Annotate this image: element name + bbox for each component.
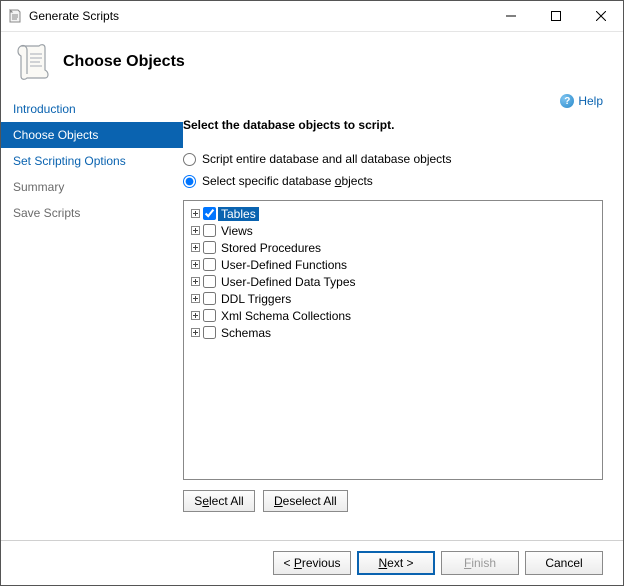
tree-item-stored-procedures[interactable]: Stored Procedures [186, 239, 600, 256]
tree-label: Views [218, 224, 256, 238]
app-icon [7, 8, 23, 24]
checkbox-xml-schema-collections[interactable] [203, 309, 216, 322]
checkbox-ddl-triggers[interactable] [203, 292, 216, 305]
content-heading: Select the database objects to script. [183, 118, 603, 132]
tree-label: User-Defined Data Types [218, 275, 359, 289]
tree-label: User-Defined Functions [218, 258, 350, 272]
checkbox-user-defined-functions[interactable] [203, 258, 216, 271]
window-title: Generate Scripts [29, 9, 119, 23]
select-all-button[interactable]: Select All [183, 490, 255, 512]
nav-introduction[interactable]: Introduction [1, 96, 183, 122]
deselect-all-button[interactable]: Deselect All [263, 490, 348, 512]
checkbox-stored-procedures[interactable] [203, 241, 216, 254]
object-tree[interactable]: Tables Views Stored Procedures User-Defi… [183, 200, 603, 480]
expand-icon[interactable] [190, 225, 201, 236]
nav-choose-objects[interactable]: Choose Objects [1, 122, 183, 148]
help-link[interactable]: ? Help [560, 94, 603, 108]
checkbox-user-defined-data-types[interactable] [203, 275, 216, 288]
page-title: Choose Objects [63, 53, 185, 71]
tree-label: Tables [218, 207, 259, 221]
script-icon [15, 42, 51, 82]
tree-item-ddl-triggers[interactable]: DDL Triggers [186, 290, 600, 307]
radio-entire-database-input[interactable] [183, 153, 196, 166]
tree-item-user-defined-functions[interactable]: User-Defined Functions [186, 256, 600, 273]
generate-scripts-dialog: Generate Scripts Choose Objects Introduc… [0, 0, 624, 586]
minimize-button[interactable] [488, 2, 533, 31]
tree-label: DDL Triggers [218, 292, 294, 306]
nav-set-scripting-options[interactable]: Set Scripting Options [1, 148, 183, 174]
expand-icon[interactable] [190, 242, 201, 253]
checkbox-schemas[interactable] [203, 326, 216, 339]
expand-icon[interactable] [190, 310, 201, 321]
tree-item-user-defined-data-types[interactable]: User-Defined Data Types [186, 273, 600, 290]
nav-save-scripts[interactable]: Save Scripts [1, 200, 183, 226]
content-area: ? Help Select the database objects to sc… [183, 92, 623, 540]
tree-label: Xml Schema Collections [218, 309, 354, 323]
tree-item-views[interactable]: Views [186, 222, 600, 239]
tree-item-schemas[interactable]: Schemas [186, 324, 600, 341]
radio-specific-objects-input[interactable] [183, 175, 196, 188]
expand-icon[interactable] [190, 259, 201, 270]
expand-icon[interactable] [190, 293, 201, 304]
checkbox-tables[interactable] [203, 207, 216, 220]
next-button[interactable]: Next > [357, 551, 435, 575]
finish-button: Finish [441, 551, 519, 575]
expand-icon[interactable] [190, 327, 201, 338]
title-bar: Generate Scripts [1, 1, 623, 32]
radio-specific-objects[interactable]: Select specific database objects [183, 174, 603, 188]
wizard-footer: < Previous Next > Finish Cancel [1, 540, 623, 585]
expand-icon[interactable] [190, 208, 201, 219]
checkbox-views[interactable] [203, 224, 216, 237]
radio-entire-database[interactable]: Script entire database and all database … [183, 152, 603, 166]
tree-item-xml-schema-collections[interactable]: Xml Schema Collections [186, 307, 600, 324]
tree-label: Schemas [218, 326, 274, 340]
wizard-nav: Introduction Choose Objects Set Scriptin… [1, 92, 183, 540]
close-button[interactable] [578, 2, 623, 31]
expand-icon[interactable] [190, 276, 201, 287]
wizard-header: Choose Objects [1, 32, 623, 92]
nav-summary[interactable]: Summary [1, 174, 183, 200]
previous-button[interactable]: < Previous [273, 551, 351, 575]
maximize-button[interactable] [533, 2, 578, 31]
cancel-button[interactable]: Cancel [525, 551, 603, 575]
tree-label: Stored Procedures [218, 241, 324, 255]
help-icon: ? [560, 94, 574, 108]
tree-item-tables[interactable]: Tables [186, 205, 600, 222]
